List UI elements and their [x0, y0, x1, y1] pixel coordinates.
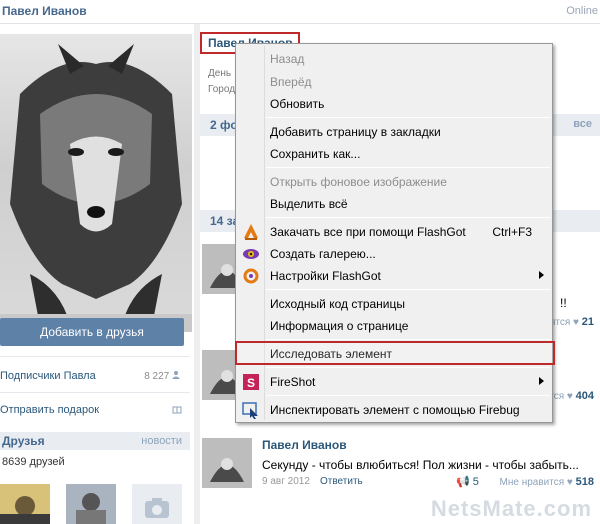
- divider: [0, 356, 190, 357]
- menu-item-create-gallery[interactable]: Создать галерею...: [236, 243, 552, 265]
- friends-news-link[interactable]: новости: [141, 435, 182, 447]
- online-status: Online: [566, 5, 598, 17]
- profile-avatar[interactable]: [0, 34, 192, 332]
- friend-avatar[interactable]: [66, 484, 116, 524]
- menu-separator: [266, 217, 550, 218]
- photos-head-title: 2 фо: [210, 118, 238, 132]
- repost-icon: 📢: [456, 476, 470, 488]
- subscribers-label: Подписчики Павла: [0, 370, 96, 382]
- friends-header[interactable]: Друзья новости: [0, 432, 190, 450]
- friend-avatar[interactable]: [0, 484, 50, 524]
- friends-count: 8639 друзей: [2, 456, 65, 468]
- flashgot-settings-icon: [242, 267, 260, 285]
- photos-all-link[interactable]: все: [573, 118, 592, 130]
- post-text: Секунду - чтобы влюбиться! Пол жизни - ч…: [262, 458, 579, 472]
- menu-item-bookmark[interactable]: Добавить страницу в закладки: [236, 121, 552, 143]
- eye-icon: [242, 245, 260, 263]
- post-like[interactable]: Мне нравится ♥ 518: [500, 476, 594, 488]
- menu-item-select-all[interactable]: Выделить всё: [236, 193, 552, 215]
- inspect-element-highlight: [235, 341, 555, 365]
- menu-item-flashgot-all[interactable]: Закачать все при помощи FlashGot Ctrl+F3: [236, 221, 552, 243]
- subscribers-link[interactable]: Подписчики Павла 8 227: [0, 370, 190, 390]
- menu-item-page-info[interactable]: Информация о странице: [236, 315, 552, 337]
- subscribers-count: 8 227: [144, 370, 182, 382]
- top-bar: Павел Иванов Online: [0, 0, 600, 24]
- firebug-inspect-icon: [242, 401, 260, 419]
- menu-separator: [266, 289, 550, 290]
- menu-separator: [266, 117, 550, 118]
- friends-title: Друзья: [2, 434, 45, 448]
- menu-separator: [266, 367, 550, 368]
- post-text-tail: !!: [560, 296, 567, 310]
- menu-item-reload[interactable]: Обновить: [236, 93, 552, 115]
- post-date[interactable]: 9 авг 2012: [262, 476, 310, 487]
- menu-item-save-as[interactable]: Сохранить как...: [236, 143, 552, 165]
- context-menu: Назад Вперёд Обновить Добавить страницу …: [235, 43, 553, 423]
- submenu-arrow-icon: [539, 377, 544, 385]
- send-gift-link[interactable]: Отправить подарок: [0, 404, 190, 424]
- menu-item-flashgot-settings[interactable]: Настройки FlashGot: [236, 265, 552, 287]
- divider: [0, 392, 190, 393]
- fireshot-icon: S: [242, 373, 260, 391]
- post-like[interactable]: ятся ♥ 21: [550, 316, 594, 328]
- left-column: Добавить в друзья Подписчики Павла 8 227…: [0, 24, 194, 524]
- menu-item-fireshot[interactable]: S FireShot: [236, 371, 552, 393]
- menu-item-back[interactable]: Назад: [236, 48, 552, 70]
- menu-item-forward[interactable]: Вперёд: [236, 71, 552, 93]
- post-thumb[interactable]: [202, 438, 252, 488]
- users-icon: [172, 371, 180, 379]
- flashgot-icon: [242, 223, 260, 241]
- friend-avatar[interactable]: [132, 484, 182, 524]
- submenu-arrow-icon: [539, 271, 544, 279]
- birthday-label: День: [208, 68, 232, 79]
- watermark: NetsMate.com: [430, 496, 592, 521]
- menu-separator: [266, 395, 550, 396]
- city-label: Город: [208, 84, 236, 95]
- menu-item-view-source[interactable]: Исходный код страницы: [236, 293, 552, 315]
- header-name[interactable]: Павел Иванов: [2, 4, 87, 18]
- camera-icon: [145, 498, 169, 518]
- menu-separator: [266, 167, 550, 168]
- menu-shortcut: Ctrl+F3: [492, 225, 532, 239]
- menu-item-open-bg-image[interactable]: Открыть фоновое изображение: [236, 171, 552, 193]
- post-author[interactable]: Павел Иванов: [262, 438, 347, 452]
- gift-label: Отправить подарок: [0, 404, 100, 416]
- menu-separator: [266, 339, 550, 340]
- repost-count[interactable]: 📢 5: [456, 475, 479, 488]
- add-friend-button[interactable]: Добавить в друзья: [0, 318, 184, 346]
- post-reply-link[interactable]: Ответить: [320, 476, 363, 487]
- menu-item-firebug-inspect[interactable]: Инспектировать элемент с помощью Firebug: [236, 399, 552, 421]
- svg-text:S: S: [247, 376, 255, 390]
- wolf-photo: [0, 34, 192, 332]
- gift-icon: [172, 404, 182, 417]
